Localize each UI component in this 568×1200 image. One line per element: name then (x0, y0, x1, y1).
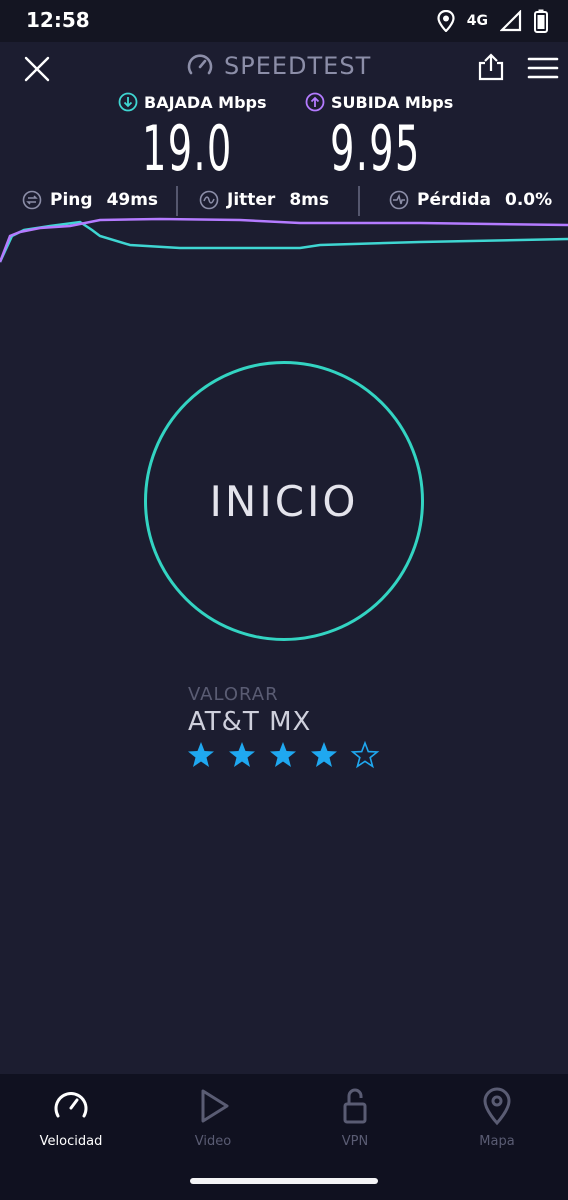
battery-icon (534, 9, 548, 33)
download-value: 19.0 (142, 112, 233, 185)
top-bar: SPEEDTEST (0, 42, 568, 94)
ping-value: 49ms (106, 190, 159, 210)
download-label: BAJADA Mbps (144, 92, 267, 112)
nav-item-video[interactable]: Video (153, 1086, 273, 1149)
hamburger-menu-icon (527, 57, 559, 79)
share-icon (478, 53, 504, 81)
speedometer-logo-icon (187, 54, 213, 75)
star-filled-icon[interactable] (186, 740, 216, 770)
nav-label-speed: Velocidad (39, 1134, 103, 1149)
nav-label-map: Mapa (479, 1134, 515, 1149)
nav-item-map[interactable]: Mapa (437, 1086, 557, 1149)
stats-divider (176, 186, 178, 216)
rate-label: VALORAR (188, 684, 279, 705)
upload-header: SUBIDA Mbps (305, 92, 453, 112)
map-pin-icon (483, 1087, 511, 1126)
signal-icon (500, 10, 522, 32)
download-graph-line (0, 220, 568, 263)
packet-loss-stat: Pérdida 0.0% (389, 190, 552, 210)
speedometer-icon (54, 1092, 88, 1118)
ping-icon (22, 190, 42, 210)
download-arrow-icon (118, 92, 138, 112)
star-filled-icon[interactable] (309, 740, 339, 770)
app-title: SPEEDTEST (224, 52, 372, 80)
app-header: SPEEDTEST (186, 52, 371, 80)
packet-loss-icon (389, 190, 409, 210)
nav-label-vpn: VPN (341, 1134, 369, 1149)
status-time: 12:58 (26, 8, 90, 32)
start-test-button[interactable]: INICIO (144, 361, 424, 641)
nav-item-vpn[interactable]: VPN (295, 1086, 415, 1149)
jitter-icon (199, 190, 219, 210)
nav-item-speed[interactable]: Velocidad (11, 1086, 131, 1149)
nav-label-video: Video (194, 1134, 232, 1149)
packet-loss-label: Pérdida (417, 190, 492, 210)
stats-divider (358, 186, 360, 216)
status-icons: 4G (437, 8, 548, 34)
jitter-label: Jitter (227, 190, 276, 210)
upload-label: SUBIDA Mbps (331, 92, 454, 112)
rating-stars (186, 740, 380, 770)
close-button[interactable] (22, 54, 52, 84)
jitter-stat: Jitter 8ms (199, 190, 329, 210)
location-icon (437, 10, 455, 32)
network-type: 4G (466, 13, 488, 29)
star-filled-icon[interactable] (268, 740, 298, 770)
home-indicator[interactable] (190, 1178, 378, 1184)
ping-stat: Ping 49ms (22, 190, 158, 210)
provider-name: AT&T MX (188, 707, 312, 737)
upload-value: 9.95 (330, 112, 421, 185)
upload-arrow-icon (305, 92, 325, 112)
share-button[interactable] (476, 52, 506, 82)
ping-label: Ping (50, 190, 93, 210)
status-bar: 12:58 4G (0, 0, 568, 42)
speed-graph (0, 217, 568, 263)
packet-loss-value: 0.0% (505, 190, 553, 210)
unlock-icon (343, 1088, 367, 1124)
play-icon (201, 1089, 229, 1123)
star-filled-icon[interactable] (227, 740, 257, 770)
star-empty-icon[interactable] (350, 740, 380, 770)
menu-button[interactable] (527, 56, 559, 80)
close-icon (24, 56, 50, 82)
start-button-label: INICIO (209, 476, 359, 526)
jitter-value: 8ms (289, 190, 329, 210)
download-header: BAJADA Mbps (118, 92, 267, 112)
